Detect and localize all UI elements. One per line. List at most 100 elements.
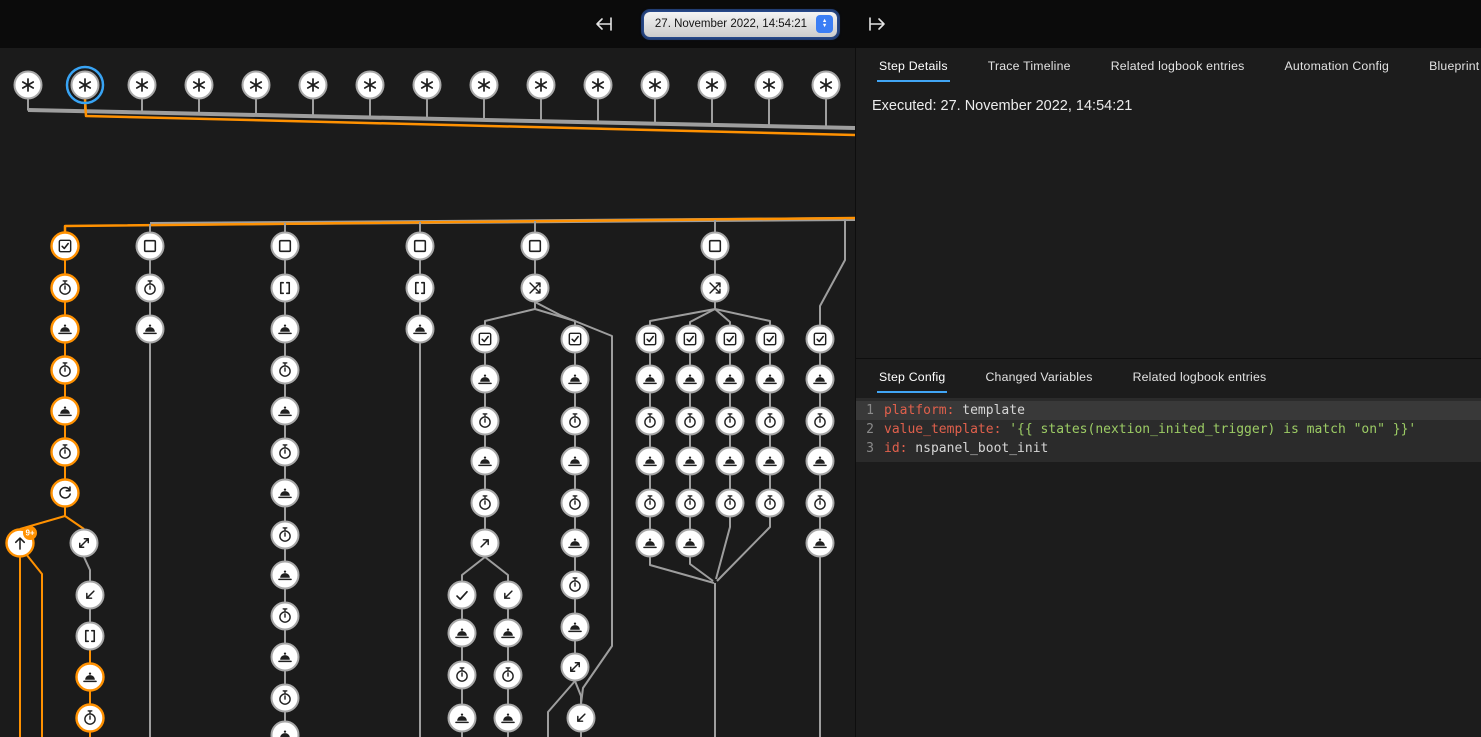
tab-automation-config[interactable]: Automation Config (1283, 51, 1392, 82)
tab-trace-timeline[interactable]: Trace Timeline (986, 51, 1073, 82)
trace-node-delay[interactable] (637, 490, 664, 517)
trace-node-delay[interactable] (495, 662, 522, 689)
trace-node-service-call[interactable] (272, 480, 299, 507)
trace-node-service-call[interactable] (472, 448, 499, 475)
trace-node-delay[interactable] (272, 522, 299, 549)
next-trace-button[interactable] (863, 13, 891, 35)
trace-node-trigger[interactable] (471, 72, 498, 99)
trace-node-trigger[interactable] (756, 72, 783, 99)
trace-node-service-call[interactable] (562, 366, 589, 393)
trace-node-service-call[interactable] (407, 316, 434, 343)
trace-node-condition[interactable] (52, 233, 79, 260)
trace-node-trigger[interactable] (414, 72, 441, 99)
previous-trace-button[interactable] (590, 13, 618, 35)
trace-node-service-call[interactable] (637, 530, 664, 557)
trace-node-trigger[interactable] (243, 72, 270, 99)
trace-node-service-call[interactable] (637, 448, 664, 475)
trace-node-service-call[interactable] (472, 366, 499, 393)
trace-node-delay[interactable] (52, 357, 79, 384)
yaml-editor[interactable]: 1platform: template2value_template: '{{ … (856, 398, 1481, 462)
trace-node-condition-box[interactable] (522, 233, 549, 260)
trace-node-delay[interactable] (677, 408, 704, 435)
trace-node-trigger[interactable] (15, 72, 42, 99)
trace-node-service-call[interactable] (272, 644, 299, 671)
trace-node-arrow-down-left[interactable] (495, 582, 522, 609)
trace-node-service-call[interactable] (717, 448, 744, 475)
trace-node-service-call[interactable] (137, 316, 164, 343)
trace-node-brackets[interactable] (407, 275, 434, 302)
trace-node-brackets[interactable] (77, 623, 104, 650)
trace-node-service-call[interactable] (77, 664, 104, 691)
trace-node-delay[interactable] (807, 490, 834, 517)
trace-node-delay[interactable] (472, 490, 499, 517)
trace-node-choose[interactable] (702, 275, 729, 302)
trace-node-delay[interactable] (717, 408, 744, 435)
trace-node-trigger[interactable] (528, 72, 555, 99)
tab-step-config[interactable]: Step Config (877, 362, 947, 393)
trace-node-condition[interactable] (562, 326, 589, 353)
trace-node-double-arrow[interactable] (562, 654, 589, 681)
trace-node-condition[interactable] (637, 326, 664, 353)
trace-node-service-call[interactable] (757, 448, 784, 475)
trace-node-delay[interactable] (272, 685, 299, 712)
trace-node-condition-box[interactable] (272, 233, 299, 260)
trace-node-brackets[interactable] (272, 275, 299, 302)
trace-node-delay[interactable] (449, 662, 476, 689)
trace-node-service-call[interactable] (52, 316, 79, 343)
trace-node-arrow-down-left[interactable] (568, 705, 595, 732)
trace-node-delay[interactable] (137, 275, 164, 302)
trace-node-service-call[interactable] (637, 366, 664, 393)
tab-related-logbook-entries[interactable]: Related logbook entries (1109, 51, 1247, 82)
tab-config-related-logbook-entries[interactable]: Related logbook entries (1131, 362, 1269, 393)
trace-node-service-call[interactable] (495, 620, 522, 647)
trace-node-service-call[interactable] (717, 366, 744, 393)
trace-node-service-call[interactable] (677, 448, 704, 475)
tab-step-details[interactable]: Step Details (877, 51, 950, 82)
trace-node-delay[interactable] (77, 705, 104, 732)
trace-node-service-call[interactable] (495, 705, 522, 732)
trace-node-service-call[interactable] (807, 530, 834, 557)
trace-node-delay[interactable] (807, 408, 834, 435)
trace-node-condition-box[interactable] (702, 233, 729, 260)
trace-node-condition[interactable] (717, 326, 744, 353)
trace-node-delay[interactable] (562, 572, 589, 599)
trace-node-trigger[interactable] (642, 72, 669, 99)
trace-node-trigger[interactable] (585, 72, 612, 99)
trace-node-delay[interactable] (52, 275, 79, 302)
trace-node-trigger[interactable] (357, 72, 384, 99)
trace-node-arrow-down-left[interactable] (77, 582, 104, 609)
trace-node-service-call[interactable] (272, 722, 299, 737)
trace-node-choose[interactable] (522, 275, 549, 302)
tab-blueprint-config[interactable]: Blueprint Config (1427, 51, 1481, 82)
trace-node-condition[interactable] (807, 326, 834, 353)
trace-node-delay[interactable] (757, 490, 784, 517)
trace-node-delay[interactable] (677, 490, 704, 517)
trace-node-service-call[interactable] (272, 398, 299, 425)
trace-node-service-call[interactable] (757, 366, 784, 393)
trace-node-delay[interactable] (272, 439, 299, 466)
trace-node-condition[interactable] (677, 326, 704, 353)
trace-node-condition[interactable] (757, 326, 784, 353)
trace-node-condition-box[interactable] (137, 233, 164, 260)
trace-node-delay[interactable] (272, 357, 299, 384)
trace-node-trigger[interactable] (699, 72, 726, 99)
trace-node-service-call[interactable] (52, 398, 79, 425)
trace-node-trigger[interactable] (129, 72, 156, 99)
trace-node-service-call[interactable] (562, 448, 589, 475)
trace-node-service-call[interactable] (272, 316, 299, 343)
trace-timestamp-select[interactable]: 27. November 2022, 14:54:21 ▲▼ (644, 12, 837, 37)
trace-node-arrow-up-right[interactable] (472, 530, 499, 557)
trace-node-service-call[interactable] (677, 366, 704, 393)
trace-node-delay[interactable] (272, 603, 299, 630)
trace-node-service-call[interactable] (449, 620, 476, 647)
trace-node-service-call[interactable] (807, 448, 834, 475)
trace-node-condition-box[interactable] (407, 233, 434, 260)
trace-node-service-call[interactable] (562, 614, 589, 641)
trace-node-delay[interactable] (757, 408, 784, 435)
trace-node-service-call[interactable] (449, 705, 476, 732)
trace-node-trigger[interactable] (813, 72, 840, 99)
trace-node-delay[interactable] (717, 490, 744, 517)
trace-node-delay[interactable] (637, 408, 664, 435)
trace-node-delay[interactable] (562, 408, 589, 435)
trace-node-condition[interactable] (472, 326, 499, 353)
